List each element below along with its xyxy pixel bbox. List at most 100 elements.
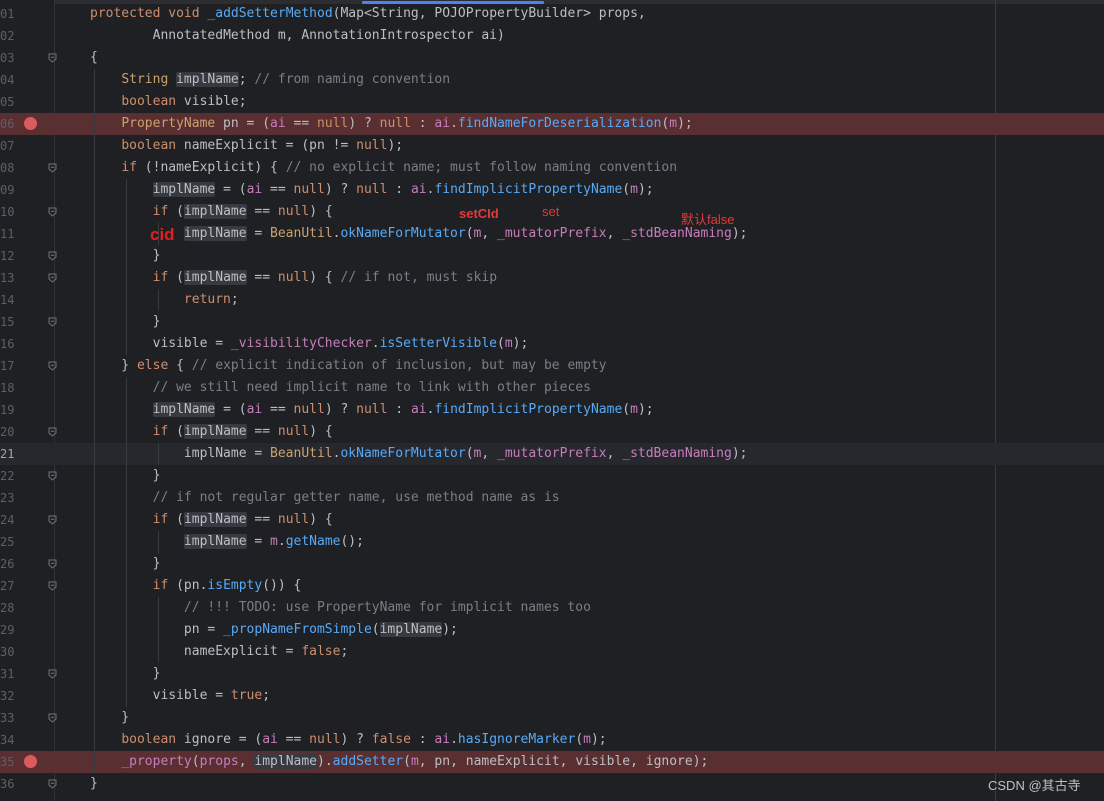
code-line[interactable]: 18 // we still need implicit name to lin… <box>0 377 1104 399</box>
fold-icon[interactable] <box>48 779 57 789</box>
code-text[interactable]: if (pn.isEmpty()) { <box>90 575 302 597</box>
code-text[interactable]: return; <box>90 289 239 311</box>
line-number[interactable]: 02 <box>0 25 14 47</box>
code-line[interactable]: 30 nameExplicit = false; <box>0 641 1104 663</box>
fold-icon[interactable] <box>48 713 57 723</box>
fold-icon[interactable] <box>48 163 57 173</box>
code-line[interactable]: 15 } <box>0 311 1104 333</box>
line-number[interactable]: 11 <box>0 223 14 245</box>
code-line[interactable]: 08 if (!nameExplicit) { // no explicit n… <box>0 157 1104 179</box>
fold-icon[interactable] <box>48 581 57 591</box>
line-number[interactable]: 31 <box>0 663 14 685</box>
code-text[interactable]: } <box>90 773 98 795</box>
line-number[interactable]: 22 <box>0 465 14 487</box>
code-line[interactable]: 33 } <box>0 707 1104 729</box>
code-text[interactable]: boolean visible; <box>90 91 246 113</box>
code-line[interactable]: 04 String implName; // from naming conve… <box>0 69 1104 91</box>
code-line[interactable]: 07 boolean nameExplicit = (pn != null); <box>0 135 1104 157</box>
code-text[interactable]: boolean ignore = (ai == null) ? false : … <box>90 729 606 751</box>
line-number[interactable]: 29 <box>0 619 14 641</box>
code-text[interactable]: // if not regular getter name, use metho… <box>90 487 560 509</box>
code-text[interactable]: } else { // explicit indication of inclu… <box>90 355 606 377</box>
line-number[interactable]: 16 <box>0 333 14 355</box>
code-text[interactable]: implName = m.getName(); <box>90 531 364 553</box>
fold-icon[interactable] <box>48 53 57 63</box>
line-number[interactable]: 06 <box>0 113 14 135</box>
code-text[interactable]: // !!! TODO: use PropertyName for implic… <box>90 597 591 619</box>
code-text[interactable]: // we still need implicit name to link w… <box>90 377 591 399</box>
line-number[interactable]: 15 <box>0 311 14 333</box>
code-line[interactable]: 20 if (implName == null) { <box>0 421 1104 443</box>
line-number[interactable]: 21 <box>0 443 14 465</box>
line-number[interactable]: 30 <box>0 641 14 663</box>
code-text[interactable]: implName = (ai == null) ? null : ai.find… <box>90 399 654 421</box>
line-number[interactable]: 12 <box>0 245 14 267</box>
code-editor[interactable]: 01 protected void _addSetterMethod(Map<St… <box>0 0 1104 801</box>
code-text[interactable]: implName = BeanUtil.okNameForMutator(m, … <box>90 443 748 465</box>
code-text[interactable]: boolean nameExplicit = (pn != null); <box>90 135 403 157</box>
fold-icon[interactable] <box>48 207 57 217</box>
code-line[interactable]: 06 PropertyName pn = (ai == null) ? null… <box>0 113 1104 135</box>
line-number[interactable]: 17 <box>0 355 14 377</box>
code-text[interactable]: _property(props, implName).addSetter(m, … <box>90 751 708 773</box>
code-line[interactable]: 14 return; <box>0 289 1104 311</box>
code-line[interactable]: 26 } <box>0 553 1104 575</box>
code-text[interactable]: String implName; // from naming conventi… <box>90 69 450 91</box>
code-line[interactable]: 23 // if not regular getter name, use me… <box>0 487 1104 509</box>
line-number[interactable]: 34 <box>0 729 14 751</box>
code-line[interactable]: 34 boolean ignore = (ai == null) ? false… <box>0 729 1104 751</box>
line-number[interactable]: 20 <box>0 421 14 443</box>
line-number[interactable]: 08 <box>0 157 14 179</box>
line-number[interactable]: 03 <box>0 47 14 69</box>
code-line[interactable]: 27 if (pn.isEmpty()) { <box>0 575 1104 597</box>
code-text[interactable]: nameExplicit = false; <box>90 641 348 663</box>
fold-icon[interactable] <box>48 669 57 679</box>
code-text[interactable]: if (implName == null) { // if not, must … <box>90 267 497 289</box>
code-text[interactable]: implName = (ai == null) ? null : ai.find… <box>90 179 654 201</box>
line-number[interactable]: 19 <box>0 399 14 421</box>
line-number[interactable]: 04 <box>0 69 14 91</box>
line-number[interactable]: 18 <box>0 377 14 399</box>
code-text[interactable]: } <box>90 707 129 729</box>
code-line[interactable]: 35 _property(props, implName).addSetter(… <box>0 751 1104 773</box>
fold-icon[interactable] <box>48 251 57 261</box>
code-line[interactable]: 12 } <box>0 245 1104 267</box>
code-text[interactable]: implName = BeanUtil.okNameForMutator(m, … <box>90 223 748 245</box>
code-line[interactable]: 25 implName = m.getName(); <box>0 531 1104 553</box>
code-line[interactable]: 21 implName = BeanUtil.okNameForMutator(… <box>0 443 1104 465</box>
line-number[interactable]: 24 <box>0 509 14 531</box>
fold-icon[interactable] <box>48 515 57 525</box>
fold-icon[interactable] <box>48 273 57 283</box>
line-number[interactable]: 10 <box>0 201 14 223</box>
code-text[interactable]: pn = _propNameFromSimple(implName); <box>90 619 458 641</box>
code-text[interactable]: PropertyName pn = (ai == null) ? null : … <box>90 113 692 135</box>
line-number[interactable]: 33 <box>0 707 14 729</box>
code-text[interactable]: { <box>90 47 98 69</box>
code-line[interactable]: 22 } <box>0 465 1104 487</box>
code-line[interactable]: 02 AnnotatedMethod m, AnnotationIntrospe… <box>0 25 1104 47</box>
code-text[interactable]: AnnotatedMethod m, AnnotationIntrospecto… <box>90 25 505 47</box>
fold-icon[interactable] <box>48 471 57 481</box>
code-text[interactable]: protected void _addSetterMethod(Map<Stri… <box>90 3 646 25</box>
code-line[interactable]: 19 implName = (ai == null) ? null : ai.f… <box>0 399 1104 421</box>
line-number[interactable]: 13 <box>0 267 14 289</box>
code-line[interactable]: 28 // !!! TODO: use PropertyName for imp… <box>0 597 1104 619</box>
code-text[interactable]: visible = true; <box>90 685 270 707</box>
fold-icon[interactable] <box>48 317 57 327</box>
code-line[interactable]: 03 { <box>0 47 1104 69</box>
line-number[interactable]: 35 <box>0 751 14 773</box>
line-number[interactable]: 36 <box>0 773 14 795</box>
code-line[interactable]: 13 if (implName == null) { // if not, mu… <box>0 267 1104 289</box>
code-text[interactable]: visible = _visibilityChecker.isSetterVis… <box>90 333 529 355</box>
breakpoint-icon[interactable] <box>24 117 37 130</box>
line-number[interactable]: 14 <box>0 289 14 311</box>
fold-icon[interactable] <box>48 559 57 569</box>
line-number[interactable]: 05 <box>0 91 14 113</box>
fold-icon[interactable] <box>48 427 57 437</box>
line-number[interactable]: 09 <box>0 179 14 201</box>
line-number[interactable]: 23 <box>0 487 14 509</box>
code-line[interactable]: 24 if (implName == null) { <box>0 509 1104 531</box>
line-number[interactable]: 01 <box>0 3 14 25</box>
line-number[interactable]: 07 <box>0 135 14 157</box>
breakpoint-icon[interactable] <box>24 755 37 768</box>
